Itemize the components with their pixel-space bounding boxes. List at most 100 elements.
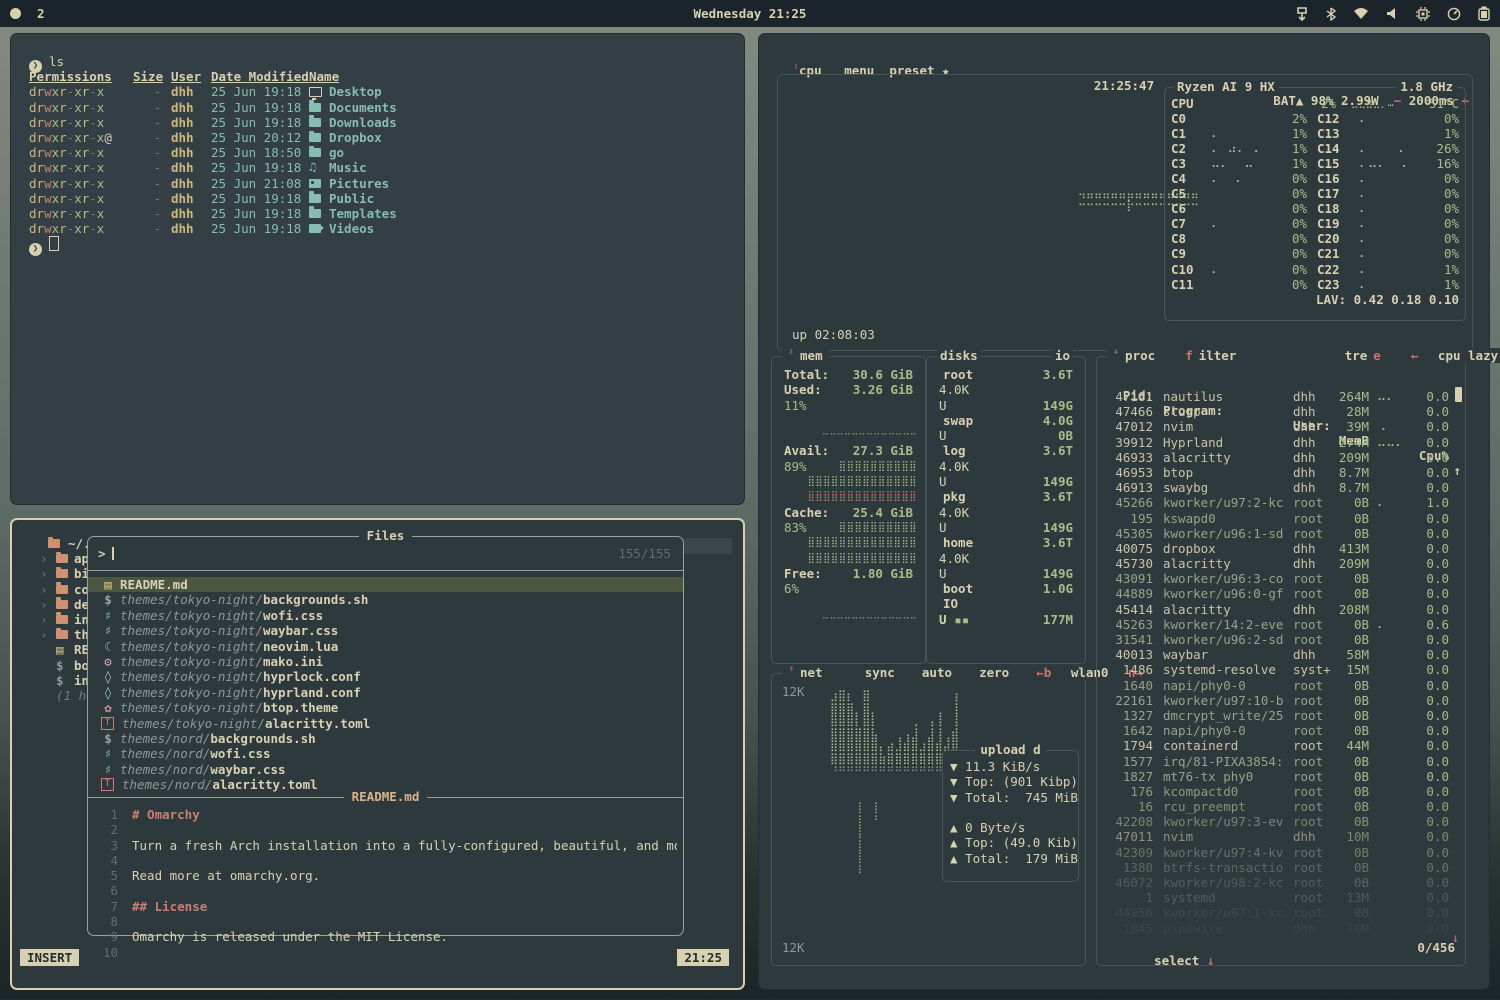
picker-results-list: ▤README.md$themes/tokyo-night/background…: [88, 577, 683, 792]
ls-header: Size: [133, 69, 163, 84]
process-row[interactable]: 45305kworker/u96:1-sdroot0B0.0: [1105, 526, 1457, 541]
picker-item[interactable]: Tthemes/tokyo-night/alacritty.toml: [88, 716, 683, 731]
process-row[interactable]: 45414alacrittydhh208M0.0: [1105, 602, 1457, 617]
process-row[interactable]: 1827mt76-tx phy0root0B0.0: [1105, 769, 1457, 784]
process-row[interactable]: 1845pipewiredhh10M0.0: [1105, 921, 1457, 936]
terminal-window-ls[interactable]: ❯lsPermissionsSizeUserDate ModifiedNamed…: [10, 33, 745, 505]
picker-item[interactable]: $themes/tokyo-night/backgrounds.sh: [88, 592, 683, 607]
ls-output: ❯lsPermissionsSizeUserDate ModifiedNamed…: [29, 54, 734, 251]
sort-left-button[interactable]: ←: [1408, 348, 1422, 363]
toml-icon: T: [101, 717, 114, 730]
process-row[interactable]: 40013waybardhh58M0.0: [1105, 647, 1457, 662]
net-option-sync[interactable]: sync: [862, 665, 898, 680]
picker-item[interactable]: $themes/nord/backgrounds.sh: [88, 731, 683, 746]
gauge-icon[interactable]: [1447, 7, 1461, 21]
cpu-model: Ryzen AI 9 HX: [1173, 79, 1279, 94]
picker-item[interactable]: ♯themes/tokyo-night/wofi.css: [88, 608, 683, 623]
workspace-indicator[interactable]: 2: [37, 6, 45, 21]
mem-row: 11%: [776, 398, 921, 413]
net-box: ³net sync auto zero ←b wlan0 n→ 12K 12K …: [771, 673, 1086, 966]
readme-icon: ▤: [56, 642, 64, 657]
disk-row: 4.0K: [931, 551, 1081, 566]
wifi-icon[interactable]: [1353, 7, 1369, 20]
net-upload-graph: ⠀⠀⠀⢸⠀⢸⠀⠀⠀⢸⠀⠘⠀⠀⠀⢸⠀⠀⠀⢸⠀⠀⠀⢸⠀⠀⠀⠸: [830, 802, 878, 878]
process-row[interactable]: 42309kworker/u97:4-kvroot0B0.0: [1105, 845, 1457, 860]
mem-box-title[interactable]: mem: [797, 348, 826, 363]
process-row[interactable]: 40075dropboxdhh413M0.0: [1105, 541, 1457, 556]
process-row[interactable]: 45266kworker/u97:2-kcroot0B⠄1.0: [1105, 495, 1457, 510]
folder-orange-icon: [56, 597, 68, 612]
ls-row: drwxr-xr-x-dhh25 Jun 19:18Desktop: [29, 84, 734, 99]
process-row[interactable]: 1640napi/phy0-0root0B0.0: [1105, 678, 1457, 693]
net-prev-iface-button[interactable]: ←b: [1033, 665, 1054, 680]
process-row[interactable]: 44889kworker/u96:0-gfroot0B0.0: [1105, 586, 1457, 601]
picker-item[interactable]: ✿themes/tokyo-night/btop.theme: [88, 700, 683, 715]
process-row[interactable]: 45730alacrittydhh209M0.0: [1105, 556, 1457, 571]
process-row[interactable]: 47012nvimdhh39M⠠0.0: [1105, 419, 1457, 434]
process-row[interactable]: 39912Hyprlanddhh274M⠤⠤⠄0.0: [1105, 435, 1457, 450]
volume-icon[interactable]: [1386, 7, 1399, 20]
process-row[interactable]: 31541kworker/u96:2-sdroot0B0.0: [1105, 632, 1457, 647]
process-row[interactable]: 1642napi/phy0-0root0B0.0: [1105, 723, 1457, 738]
image-icon: [309, 179, 324, 188]
filter-button[interactable]: filter: [1179, 348, 1242, 363]
net-option-zero[interactable]: zero: [976, 665, 1012, 680]
process-row[interactable]: 47011nvimdhh10M0.0: [1105, 829, 1457, 844]
proc-scrollbar-thumb[interactable]: [1455, 387, 1462, 402]
process-row[interactable]: 45263kworker/14:2-everoot0B⠄0.6: [1105, 617, 1457, 632]
process-row[interactable]: 16rcu_preemptroot0B0.0: [1105, 799, 1457, 814]
net-option-auto[interactable]: auto: [919, 665, 955, 680]
process-row[interactable]: 1systemdroot13M0.0: [1105, 890, 1457, 905]
sh-icon: $: [56, 673, 64, 688]
ls-row: drwxr-xr-x-dhh25 Jun 19:18Public: [29, 191, 734, 206]
proc-box-title[interactable]: proc: [1122, 348, 1158, 363]
process-row[interactable]: 46953btopdhh8.7M0.0: [1105, 465, 1457, 480]
btop-window[interactable]: ¹cpu menu preset ★ 21:25:47 BAT▲ 98% 2.9…: [758, 33, 1490, 990]
neovim-window[interactable]: ~/.l›ap›bi›co›de›in›th▤RE$bo$in(1 h File…: [10, 518, 745, 990]
core-row: C1⠄1%C131%: [1171, 126, 1459, 141]
css-icon: ♯: [100, 762, 116, 777]
battery-icon[interactable]: [1478, 6, 1490, 21]
process-row[interactable]: 42208kworker/u97:3-evroot0B0.0: [1105, 814, 1457, 829]
mem-row: Used:3.26 GiB: [776, 382, 921, 397]
disk-row: 4.0K: [931, 459, 1081, 474]
process-row[interactable]: 22161kworker/u97:10-broot0B0.0: [1105, 693, 1457, 708]
net-box-title[interactable]: net: [797, 665, 826, 680]
process-row[interactable]: 1577irq/81-PIXA3854:root0B0.0: [1105, 754, 1457, 769]
process-row[interactable]: 1380btrfs-transactioroot0B0.0: [1105, 860, 1457, 875]
shell-prompt-line: ❯: [29, 236, 734, 251]
picker-search-input[interactable]: > 155/155: [98, 545, 673, 563]
cpu-core-panel: Ryzen AI 9 HX 1.8 GHz CPU2%⣀⣀⣶⣀⡀…51°CC02…: [1164, 87, 1466, 321]
picker-item[interactable]: ☾themes/tokyo-night/neovim.lua: [88, 639, 683, 654]
process-row[interactable]: 46913swaybgdhh8.7M0.0: [1105, 480, 1457, 495]
mem-row: Cache:25.4 GiB: [776, 505, 921, 520]
process-row[interactable]: 47466slurpdhh28M0.0: [1105, 404, 1457, 419]
picker-item[interactable]: ♯themes/nord/waybar.css: [88, 762, 683, 777]
updates-icon[interactable]: [1295, 7, 1309, 21]
picker-item[interactable]: ♯themes/nord/wofi.css: [88, 746, 683, 761]
process-row[interactable]: 1486systemd-resolvesyst+15M0.0: [1105, 662, 1457, 677]
chip-icon[interactable]: [1416, 7, 1430, 21]
picker-item[interactable]: ◊themes/tokyo-night/hyprland.conf: [88, 685, 683, 700]
ls-row: drwxr-xr-x-dhh25 Jun 19:18Documents: [29, 100, 734, 115]
disk-row: IO: [931, 596, 1081, 611]
picker-item[interactable]: ◊themes/tokyo-night/hyprlock.conf: [88, 669, 683, 684]
picker-item[interactable]: ♯themes/tokyo-night/waybar.css: [88, 623, 683, 638]
io-toggle[interactable]: io: [1052, 348, 1073, 363]
picker-item[interactable]: ⚙themes/tokyo-night/mako.ini: [88, 654, 683, 669]
process-row[interactable]: 44956kworker/u97:1-kcroot0B0.0: [1105, 905, 1457, 920]
process-row[interactable]: 46933alacrittydhh209M0.0: [1105, 450, 1457, 465]
disks-box-title[interactable]: disks: [937, 348, 981, 363]
process-row[interactable]: 43091kworker/u96:3-coroot0B0.0: [1105, 571, 1457, 586]
process-row[interactable]: 176kcompactd0root0B0.0: [1105, 784, 1457, 799]
process-row[interactable]: 1327dmcrypt_write/25root0B0.0: [1105, 708, 1457, 723]
readme-preview: 1# Omarchy23Turn a fresh Arch installati…: [88, 807, 677, 960]
process-row[interactable]: 46072kworker/u98:2-kcroot0B0.0: [1105, 875, 1457, 890]
tree-toggle-button[interactable]: tree: [1339, 348, 1387, 363]
process-row[interactable]: 195kswapd0root0B0.0: [1105, 511, 1457, 526]
bluetooth-icon[interactable]: [1326, 7, 1336, 21]
process-row[interactable]: 1794containerdroot44M0.0: [1105, 738, 1457, 753]
process-row[interactable]: 47161nautilusdhh264M⠤⠄0.0: [1105, 389, 1457, 404]
picker-item[interactable]: ▤README.md: [88, 577, 683, 592]
select-button[interactable]: select: [1154, 953, 1199, 968]
